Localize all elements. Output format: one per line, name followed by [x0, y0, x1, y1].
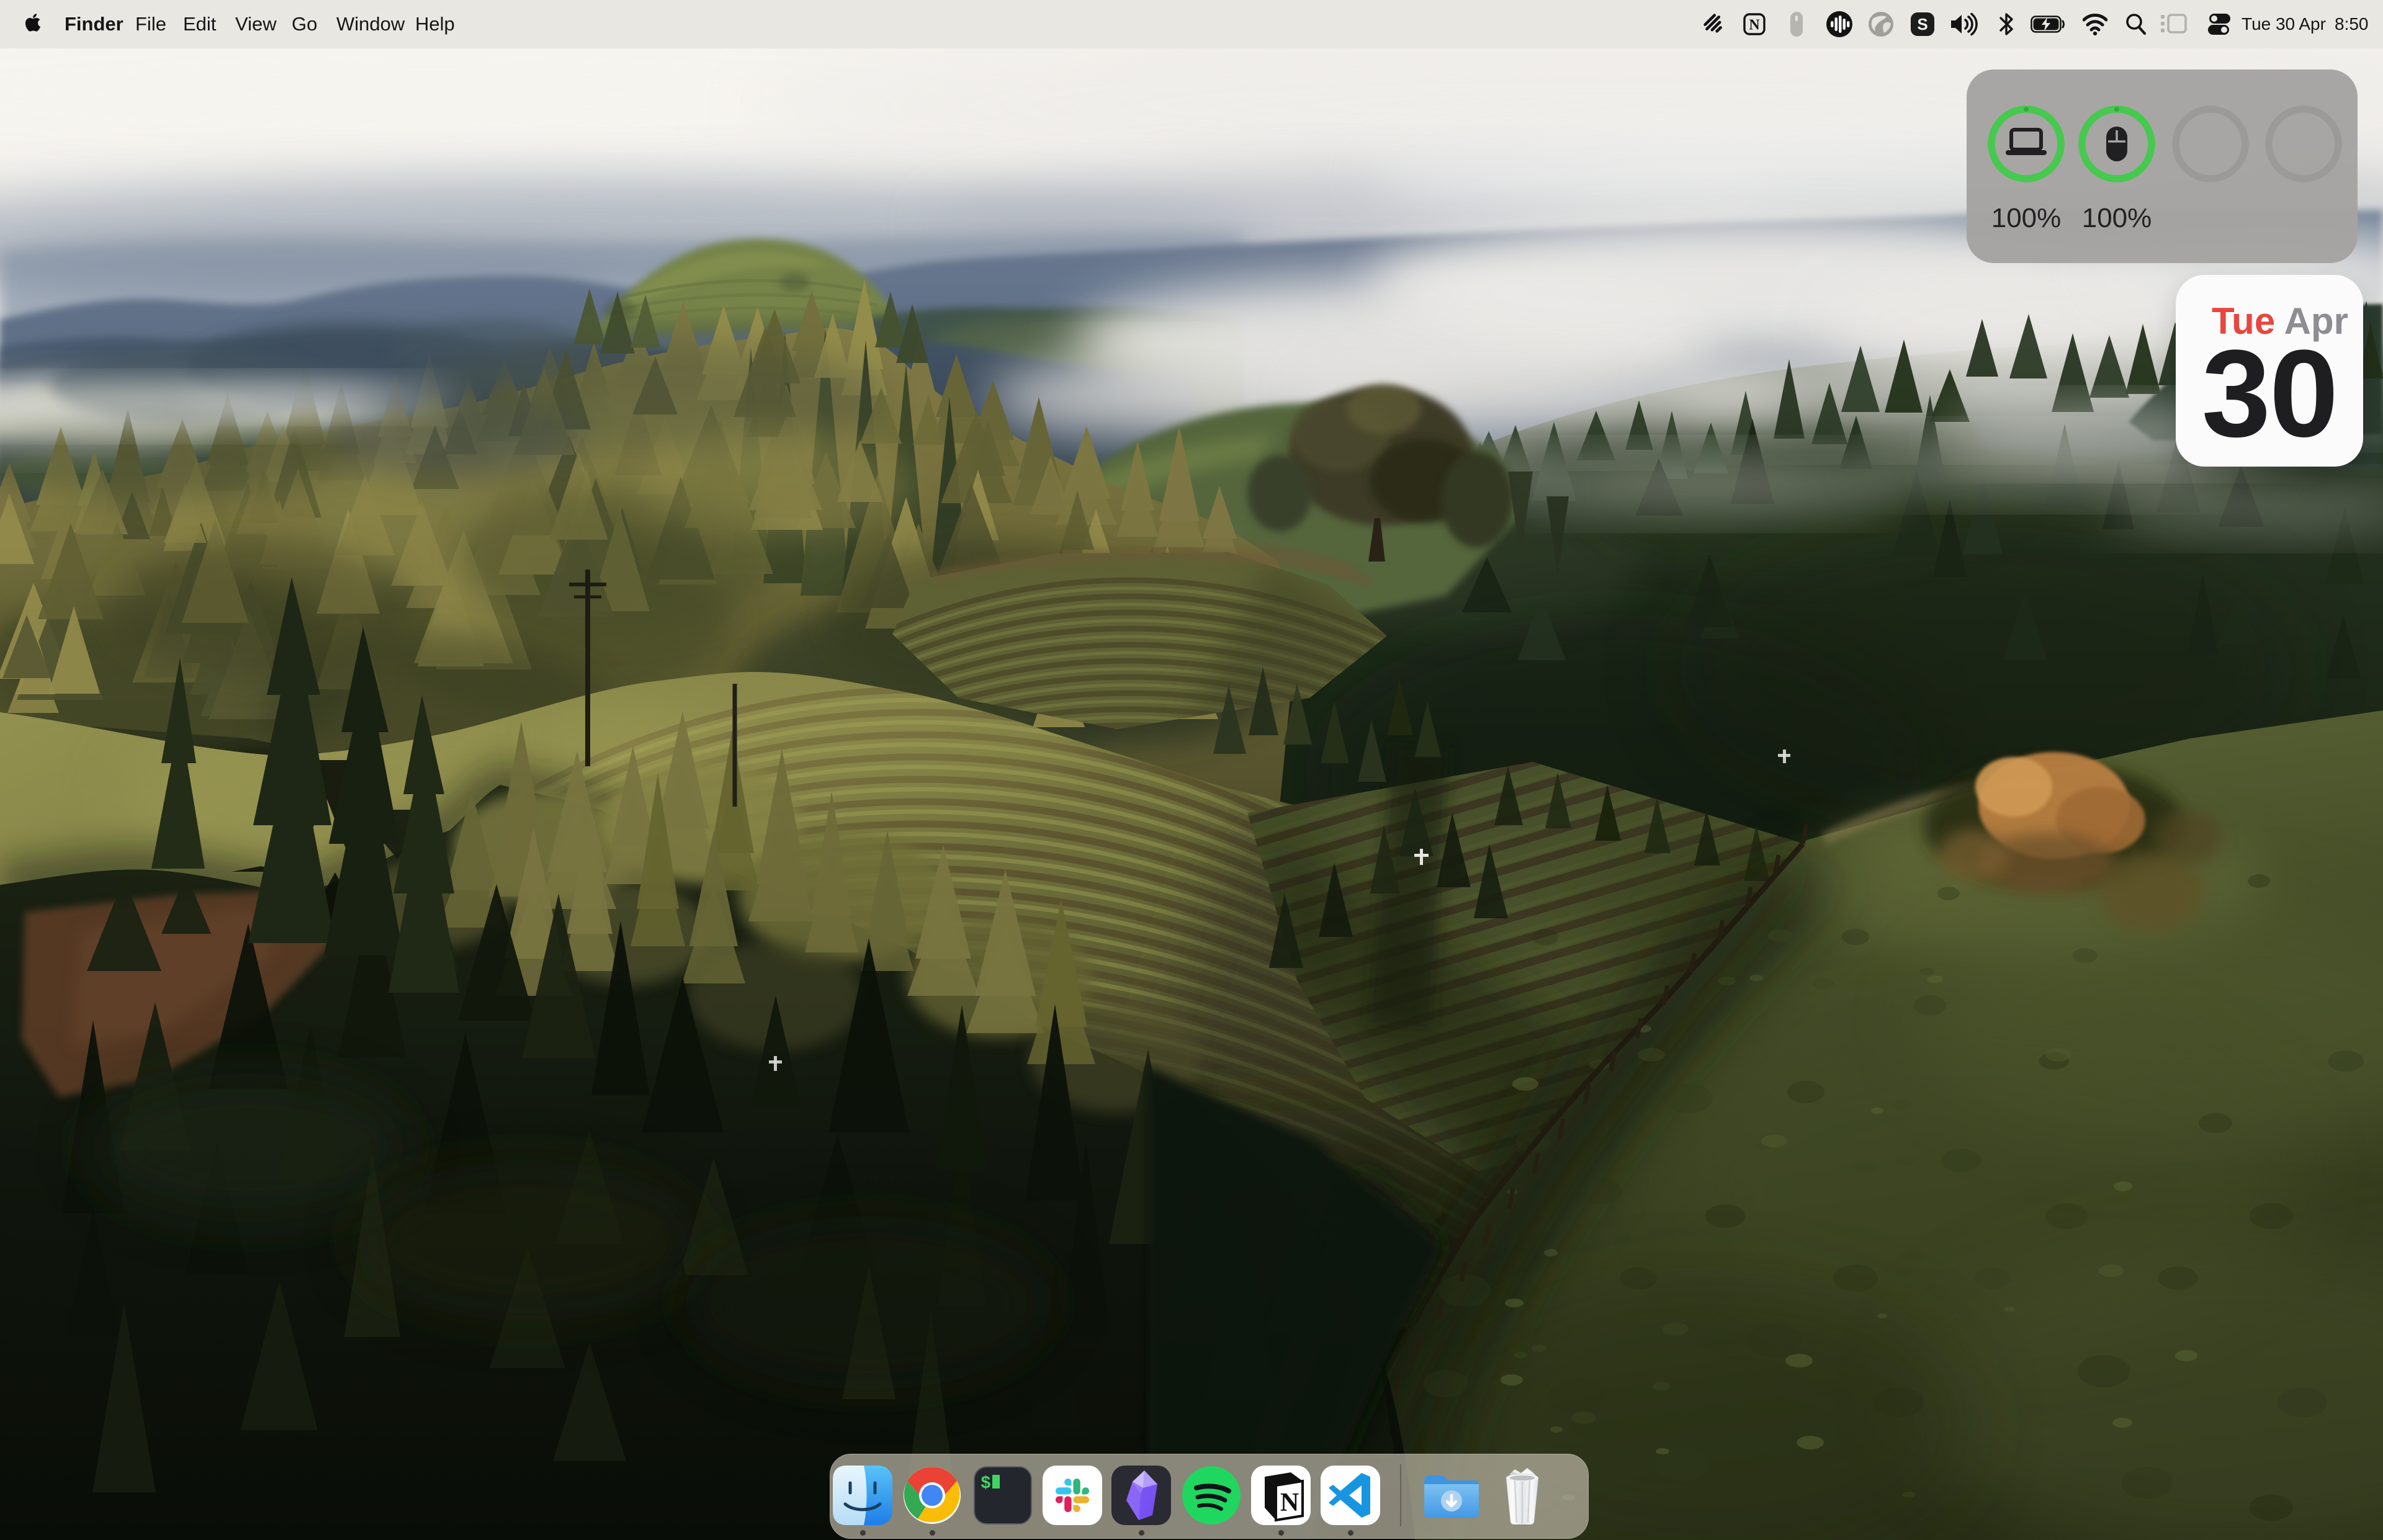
svg-text:$: $ [981, 1474, 991, 1493]
svg-text:N: N [1280, 1489, 1299, 1517]
svg-text:N: N [1749, 17, 1760, 34]
svg-text:S: S [1917, 15, 1927, 34]
